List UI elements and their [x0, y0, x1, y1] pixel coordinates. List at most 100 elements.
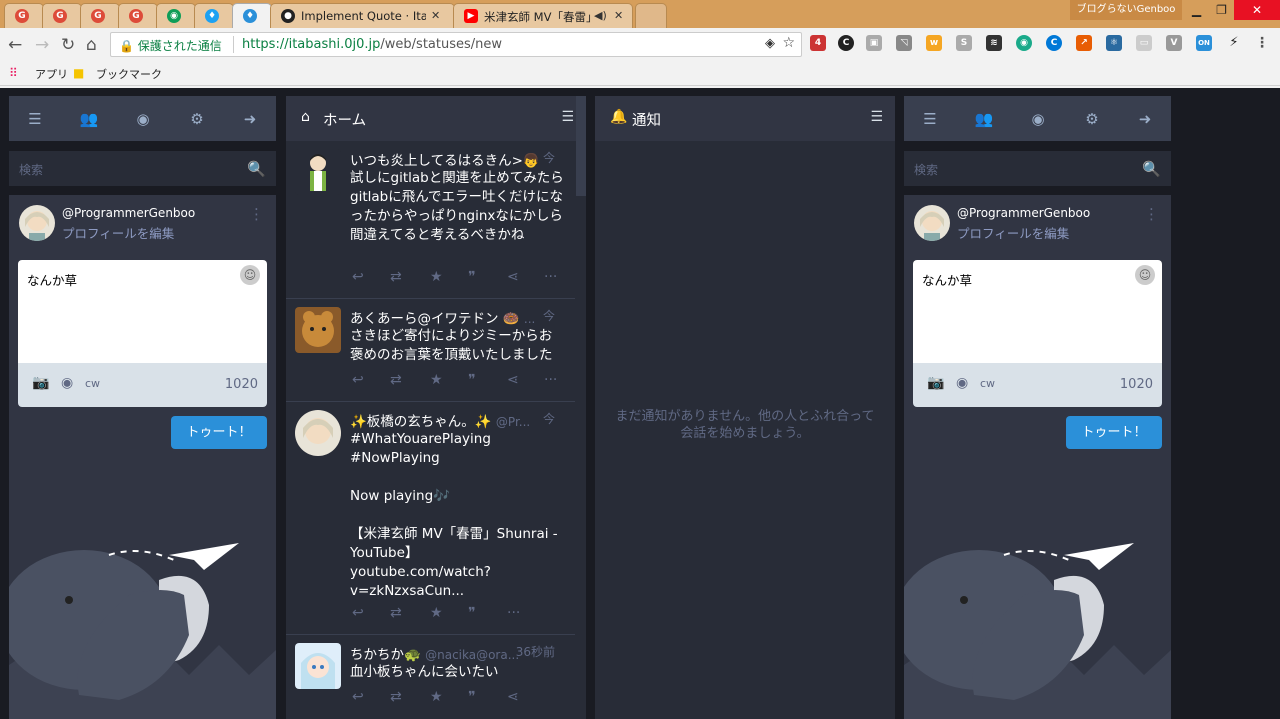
- more-icon[interactable]: ···: [544, 372, 557, 388]
- boost-icon[interactable]: ⇄: [390, 269, 402, 285]
- edit-profile-link[interactable]: プロフィールを編集: [957, 223, 1069, 242]
- more-icon[interactable]: ···: [544, 269, 557, 285]
- menu-bars-icon[interactable]: ☰: [920, 109, 940, 129]
- timestamp[interactable]: 今: [543, 149, 555, 166]
- menu-bars-icon[interactable]: ☰: [25, 109, 45, 129]
- extension-icon[interactable]: ↗: [1076, 35, 1092, 51]
- close-window-button[interactable]: ✕: [1234, 0, 1280, 20]
- reply-icon[interactable]: ↩: [352, 269, 364, 285]
- avatar[interactable]: [19, 205, 55, 241]
- display-name[interactable]: いつも炎上してるはるきん>👦: [350, 149, 540, 169]
- extension-icon[interactable]: C: [1046, 35, 1062, 51]
- edit-profile-link[interactable]: プロフィールを編集: [62, 223, 174, 242]
- emoji-picker-icon[interactable]: ☺: [1135, 265, 1155, 285]
- more-options-icon[interactable]: ⋮: [1144, 207, 1159, 222]
- avatar[interactable]: [914, 205, 950, 241]
- extension-icon[interactable]: 4: [810, 35, 826, 51]
- extension-icon[interactable]: V: [1166, 35, 1182, 51]
- local-users-icon[interactable]: 👥: [974, 109, 994, 129]
- favourite-icon[interactable]: ★: [430, 689, 443, 705]
- favourite-icon[interactable]: ★: [430, 605, 443, 621]
- status-item[interactable]: いつも炎上してるはるきん>👦 今 試しにgitlabと関連を止めてみたらgitl…: [286, 141, 575, 299]
- mastodon-extension-icon[interactable]: ON: [1196, 35, 1212, 51]
- share-icon[interactable]: ⋖: [507, 269, 519, 285]
- boost-icon[interactable]: ⇄: [390, 689, 402, 705]
- favourite-icon[interactable]: ★: [430, 269, 443, 285]
- gear-icon[interactable]: ⚙: [187, 109, 207, 129]
- username[interactable]: @ProgrammerGenboo: [62, 206, 195, 220]
- bookmark-apps[interactable]: アプリ: [35, 66, 68, 82]
- globe-icon[interactable]: ◉: [1028, 109, 1048, 129]
- reply-icon[interactable]: ↩: [352, 689, 364, 705]
- column-settings-icon[interactable]: ☰: [561, 109, 574, 125]
- tab-google-3[interactable]: G: [80, 3, 120, 28]
- status-item[interactable]: あくあーら@イワテドン 🍩 ... 今 さきほど寄付によりジミーからお褒めのお言…: [286, 299, 575, 402]
- timestamp[interactable]: 36秒前: [516, 643, 555, 660]
- profile-button[interactable]: ブログらないGenboo: [1070, 0, 1182, 20]
- avatar[interactable]: [295, 410, 341, 456]
- new-tab-button[interactable]: [635, 3, 667, 28]
- camera-icon[interactable]: 📷: [32, 375, 49, 391]
- compose-textarea[interactable]: なんか草 ☺: [18, 260, 267, 363]
- extension-icon[interactable]: ◉: [1016, 35, 1032, 51]
- toot-button[interactable]: トゥート！: [1066, 416, 1162, 449]
- reply-icon[interactable]: ↩: [352, 372, 364, 388]
- reload-icon[interactable]: ↻: [61, 35, 75, 55]
- share-icon[interactable]: ⋖: [507, 689, 519, 705]
- boost-icon[interactable]: ⇄: [390, 372, 402, 388]
- boost-icon[interactable]: ⇄: [390, 605, 402, 621]
- status-item[interactable]: ✨板橋の玄ちゃん。✨ @Pr... 今 #WhatYouarePlaying #…: [286, 402, 575, 635]
- extension-icon[interactable]: ⚛: [1106, 35, 1122, 51]
- back-icon[interactable]: ←: [8, 35, 22, 55]
- tab-mastodon[interactable]: ♦: [232, 3, 272, 28]
- reply-icon[interactable]: ↩: [352, 605, 364, 621]
- search-field[interactable]: 検索 🔍: [904, 151, 1171, 186]
- emoji-picker-icon[interactable]: ☺: [240, 265, 260, 285]
- close-tab-icon[interactable]: ✕: [431, 9, 440, 22]
- cast-icon[interactable]: ◹: [896, 35, 912, 51]
- quote-icon[interactable]: ❞: [468, 372, 476, 388]
- extension-icon[interactable]: ▣: [866, 35, 882, 51]
- compose-textarea[interactable]: なんか草 ☺: [913, 260, 1162, 363]
- address-bar[interactable]: 🔒 保護された通信 https://itabashi.0j0.jp/web/st…: [110, 32, 802, 57]
- layers-icon[interactable]: ≋: [986, 35, 1002, 51]
- quote-icon[interactable]: ❞: [468, 269, 476, 285]
- restore-button[interactable]: ❐: [1209, 0, 1234, 20]
- extension-icon[interactable]: ⚡: [1226, 35, 1242, 51]
- globe-icon[interactable]: ◉: [133, 109, 153, 129]
- globe-icon[interactable]: ◉: [61, 375, 73, 391]
- extension-icon[interactable]: S: [956, 35, 972, 51]
- home-icon[interactable]: ⌂: [86, 35, 97, 55]
- timestamp[interactable]: 今: [543, 410, 555, 427]
- minimize-button[interactable]: ▁: [1184, 0, 1209, 20]
- more-options-icon[interactable]: ⋮: [249, 207, 264, 222]
- username[interactable]: @ProgrammerGenboo: [957, 206, 1090, 220]
- tab-twitter[interactable]: ♦: [194, 3, 234, 28]
- avatar[interactable]: [295, 643, 341, 689]
- forward-icon[interactable]: →: [35, 35, 49, 55]
- timestamp[interactable]: 今: [543, 307, 555, 324]
- bookmark-star-icon[interactable]: ☆: [782, 35, 795, 51]
- share-icon[interactable]: ⋖: [507, 372, 519, 388]
- tab-github-quote[interactable]: ● Implement Quote · Ita ✕: [270, 3, 455, 28]
- scrollbar[interactable]: [576, 96, 586, 196]
- favourite-icon[interactable]: ★: [430, 372, 443, 388]
- tab-google-4[interactable]: G: [118, 3, 158, 28]
- tab-google-2[interactable]: G: [42, 3, 82, 28]
- eye-icon[interactable]: ◈: [765, 36, 775, 51]
- quote-icon[interactable]: ❞: [468, 689, 476, 705]
- extension-icon[interactable]: w: [926, 35, 942, 51]
- gear-icon[interactable]: ⚙: [1082, 109, 1102, 129]
- tab-hangouts[interactable]: ◉: [156, 3, 196, 28]
- display-name[interactable]: ✨板橋の玄ちゃん。✨ @Pr...: [350, 410, 530, 430]
- content-warning-toggle[interactable]: cw: [85, 377, 100, 390]
- tab-youtube[interactable]: ▶ 米津玄師 MV「春雷」S◀) ✕: [453, 3, 633, 28]
- column-settings-icon[interactable]: ☰: [870, 109, 883, 125]
- logout-icon[interactable]: ➜: [1135, 109, 1155, 129]
- menu-kebab-icon[interactable]: ⋮: [1254, 35, 1270, 51]
- extension-icon[interactable]: ▭: [1136, 35, 1152, 51]
- content-warning-toggle[interactable]: cw: [980, 377, 995, 390]
- display-name[interactable]: あくあーら@イワテドン 🍩 ...: [350, 307, 535, 327]
- extension-icon[interactable]: C: [838, 35, 854, 51]
- search-field[interactable]: 検索 🔍: [9, 151, 276, 186]
